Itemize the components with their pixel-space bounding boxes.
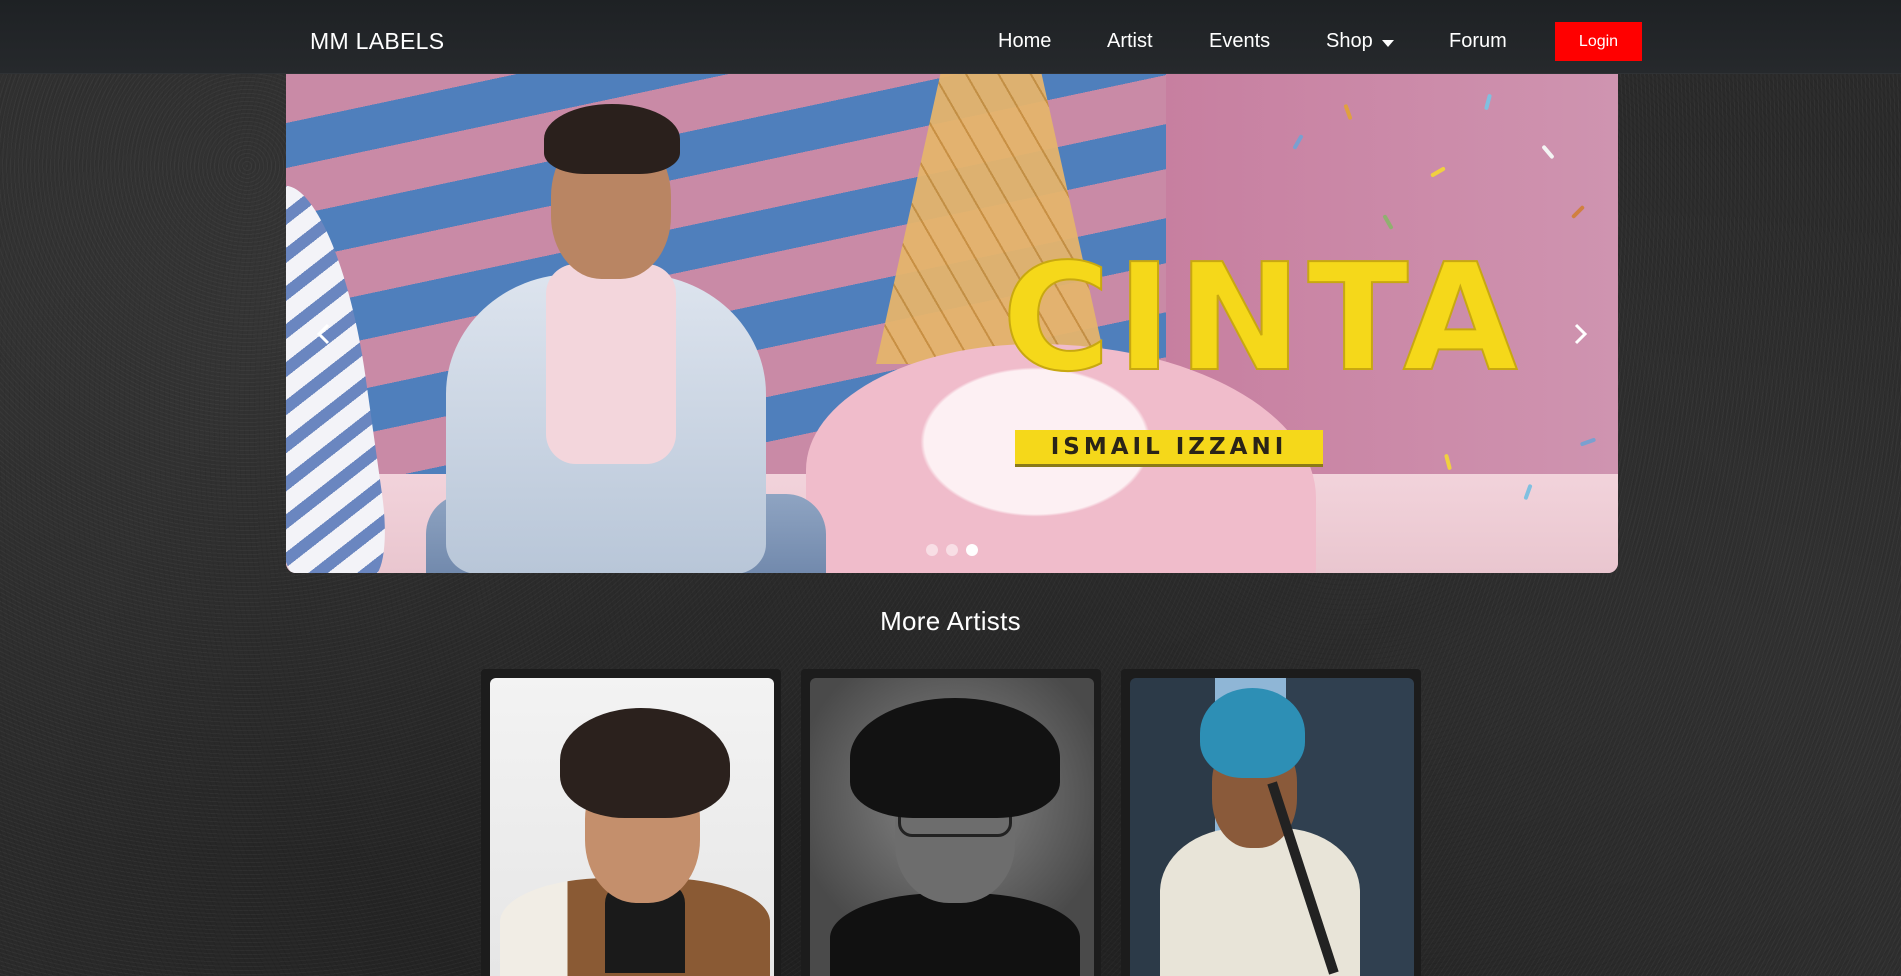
artist-card[interactable]: [1121, 669, 1421, 976]
person-hair: [544, 104, 680, 174]
slide-title: CINTA: [1001, 232, 1524, 404]
brand-logo[interactable]: MM LABELS: [310, 28, 444, 55]
chevron-left-icon: [316, 323, 330, 345]
artist-2-hat: [850, 698, 1060, 818]
nav-forum[interactable]: Forum: [1449, 30, 1507, 53]
artist-3-photo[interactable]: [1130, 678, 1414, 976]
carousel-prev-button[interactable]: [304, 309, 344, 359]
artist-3-turban: [1200, 688, 1305, 778]
nav-shop-dropdown[interactable]: Shop: [1326, 30, 1394, 53]
carousel-indicator-3[interactable]: [966, 544, 978, 556]
more-artists-heading: More Artists: [880, 606, 1021, 636]
slide-subtitle: ISMAIL IZZANI: [1015, 430, 1323, 467]
caret-down-icon: [1381, 39, 1394, 47]
nav-home[interactable]: Home: [998, 30, 1051, 53]
artist-2-body: [830, 893, 1080, 976]
artist-2-photo[interactable]: [810, 678, 1094, 976]
carousel-indicator-1[interactable]: [926, 544, 938, 556]
nav-shop-label: Shop: [1326, 30, 1373, 52]
navbar: MM LABELS Home Artist Events Shop Forum …: [0, 0, 1901, 74]
person-hoodie: [546, 264, 676, 464]
artist-card[interactable]: [801, 669, 1101, 976]
carousel-next-button[interactable]: [1560, 309, 1600, 359]
hero-carousel: CINTA ISMAIL IZZANI: [286, 74, 1618, 573]
chevron-right-icon: [1574, 323, 1588, 345]
carousel-indicators: [926, 544, 978, 556]
artist-card[interactable]: [481, 669, 781, 976]
artist-1-photo[interactable]: [490, 678, 774, 976]
login-button[interactable]: Login: [1555, 22, 1642, 61]
nav-events[interactable]: Events: [1209, 30, 1270, 53]
nav-artist[interactable]: Artist: [1107, 30, 1153, 53]
carousel-indicator-2[interactable]: [946, 544, 958, 556]
artist-1-hair: [560, 708, 730, 818]
